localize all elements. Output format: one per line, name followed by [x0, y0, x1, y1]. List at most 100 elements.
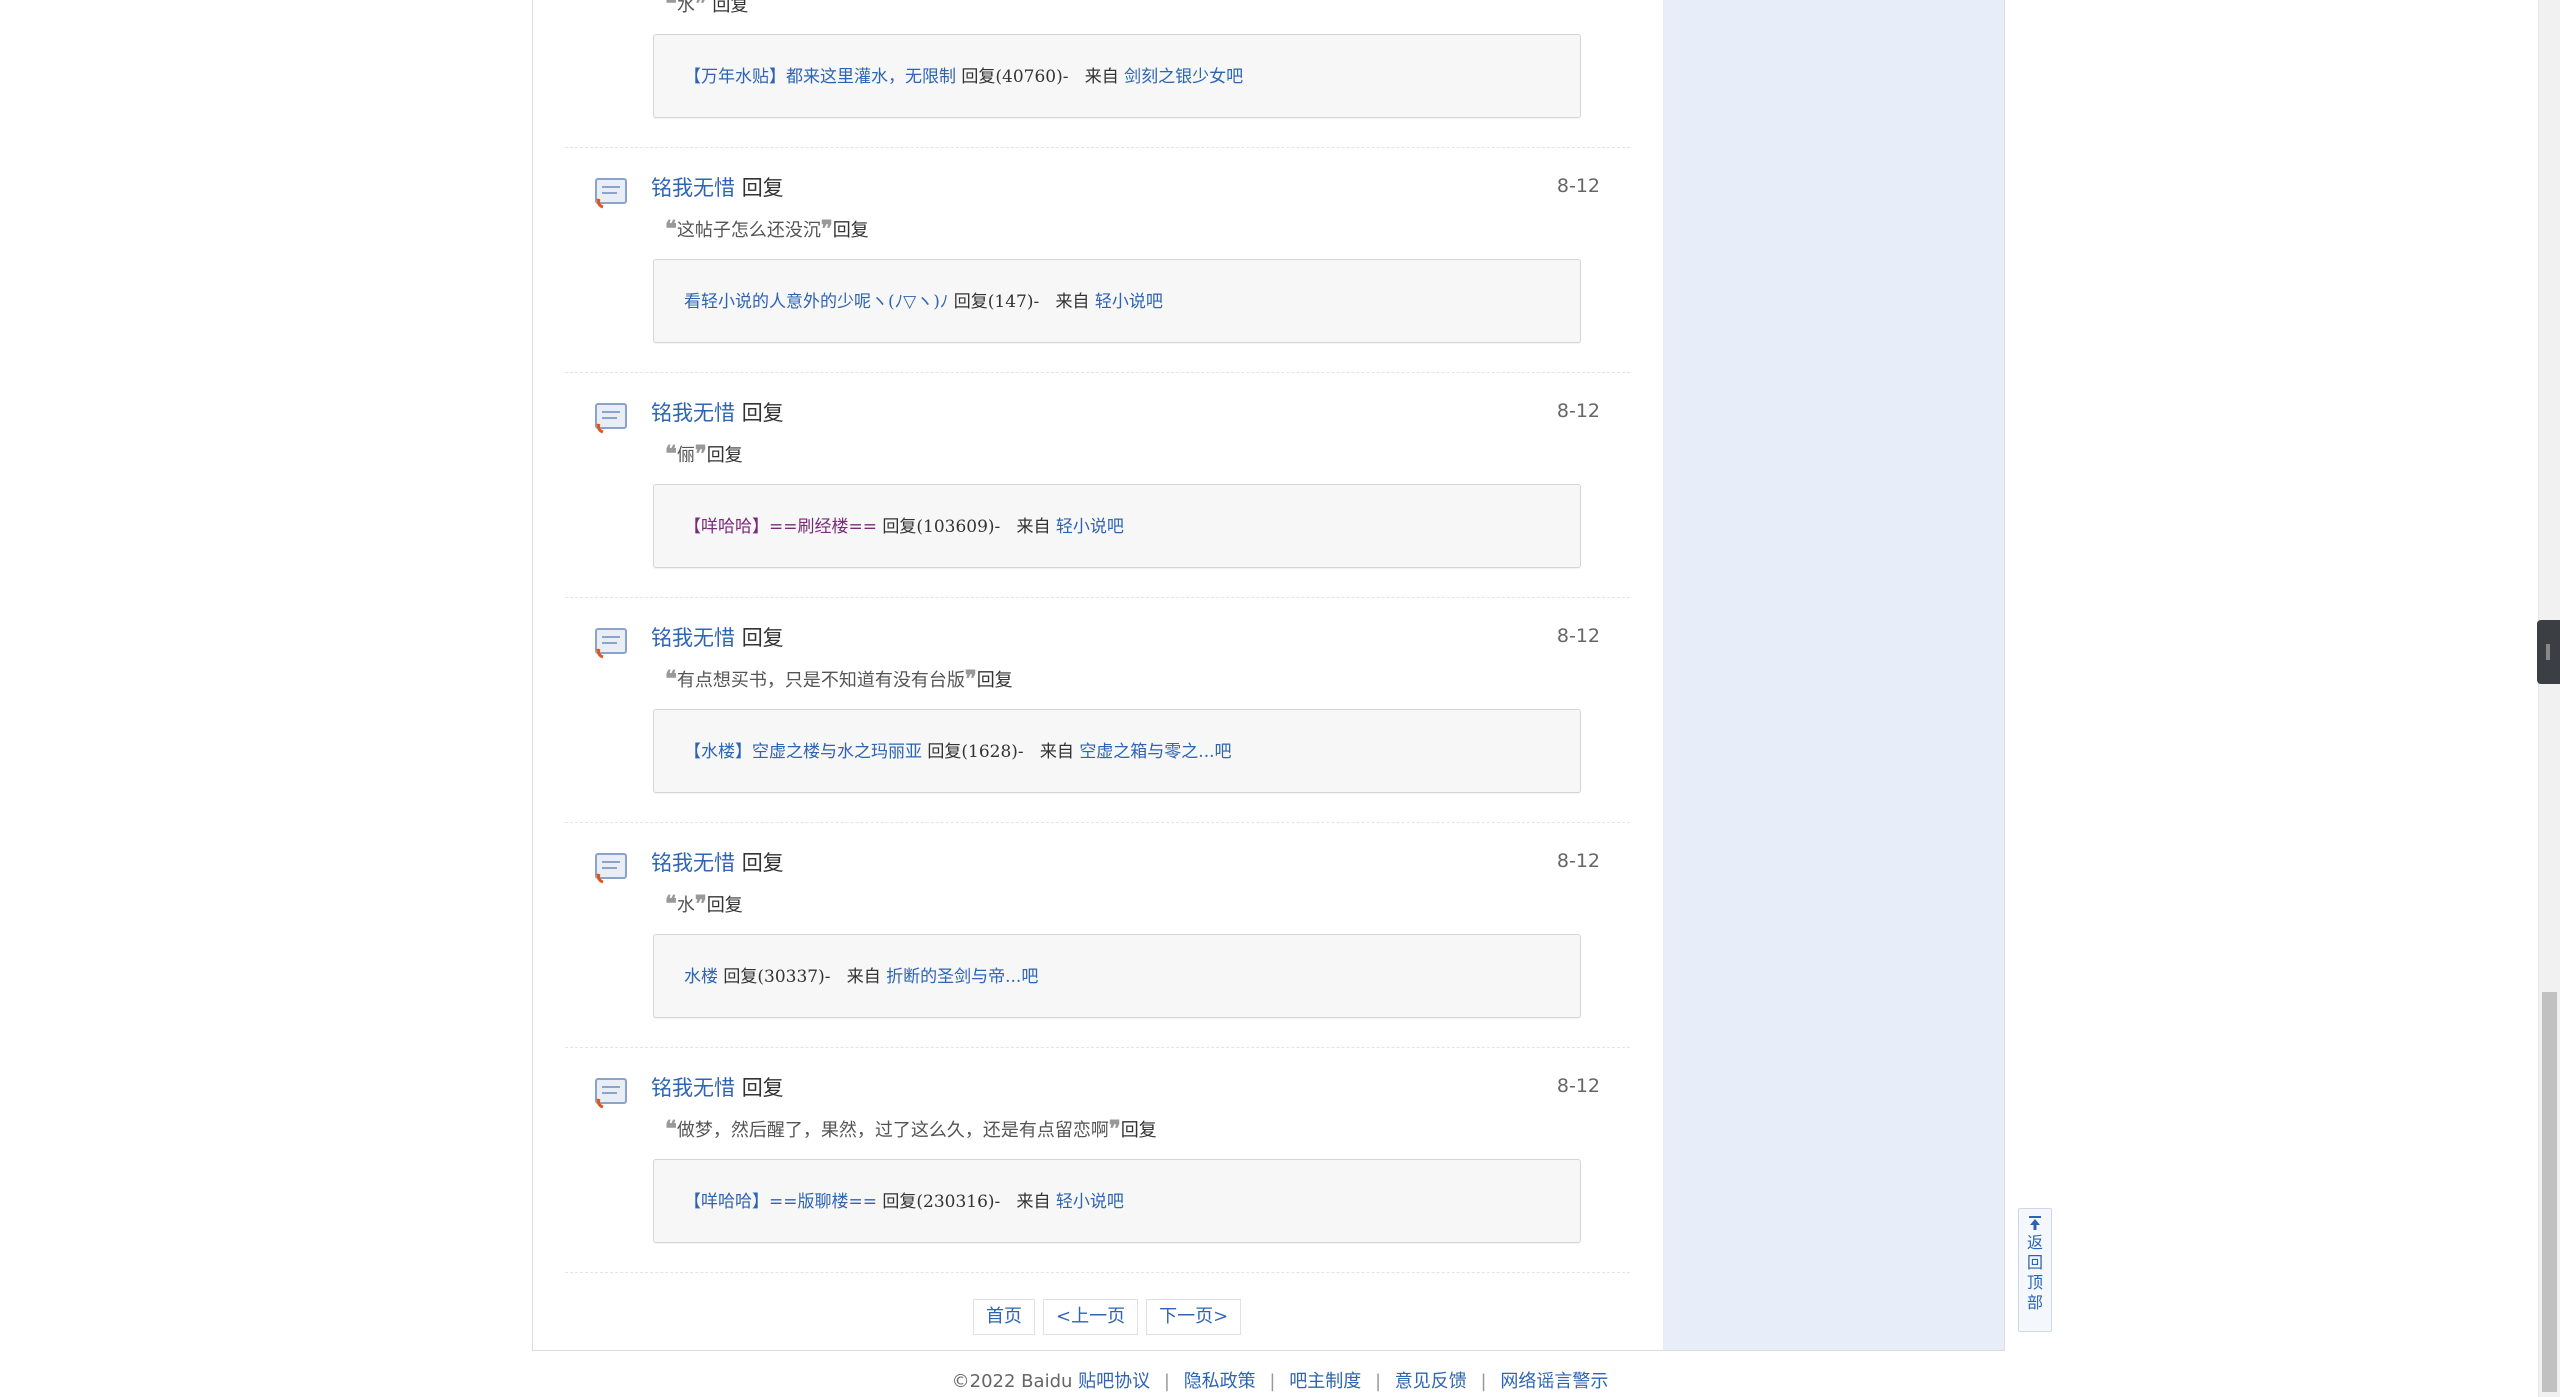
from-label: 来自: [846, 967, 881, 987]
reply-count: 回复(40760)-: [961, 67, 1069, 87]
forum-link[interactable]: 空虚之箱与零之...吧: [1079, 742, 1231, 762]
feed-item: ❝水❞ 回复 【万年水贴】都来这里灌水，无限制 回复(40760)- 来自 剑刻…: [565, 0, 1630, 148]
thread-title-link[interactable]: ==刷经楼==: [769, 517, 877, 537]
quote-row: ❝有点想买书，只是不知道有没有台版❞回复: [665, 665, 1013, 695]
first-page-button[interactable]: 首页: [973, 1299, 1035, 1335]
reply-count: 回复(103609)-: [882, 517, 1001, 537]
post-date: 8-12: [1556, 175, 1600, 197]
open-quote-icon: ❝: [665, 0, 677, 17]
reply-count: 回复(147)-: [953, 292, 1040, 312]
footer-link-rumor-warning[interactable]: 网络谣言警示: [1500, 1371, 1608, 1392]
scrollbar-thumb[interactable]: [2542, 992, 2557, 1392]
action-label: 回复: [741, 851, 784, 875]
back-to-top-label: 返回顶部: [2026, 1233, 2043, 1312]
thread-tag[interactable]: 【咩哈哈】: [684, 517, 769, 537]
thread-tag[interactable]: 【水楼】: [684, 742, 752, 762]
close-quote-icon: ❞: [1108, 1116, 1121, 1142]
prev-page-button[interactable]: <上一页: [1043, 1299, 1139, 1335]
reply-suffix: 回复: [976, 670, 1013, 691]
item-title-row: 铭我无惜 回复: [651, 398, 784, 428]
user-link[interactable]: 铭我无惜: [651, 626, 735, 650]
reply-suffix: 回复: [832, 220, 869, 241]
user-link[interactable]: 铭我无惜: [651, 176, 735, 200]
quote-text[interactable]: 水: [677, 0, 695, 16]
thread-title-link[interactable]: ==版聊楼==: [769, 1192, 877, 1212]
back-to-top-button[interactable]: 返回顶部: [2018, 1208, 2052, 1332]
quote-row: ❝俪❞回复: [665, 440, 743, 470]
close-quote-icon: ❞: [694, 891, 707, 917]
footer-separator: |: [1163, 1371, 1170, 1392]
forum-link[interactable]: 轻小说吧: [1056, 1192, 1124, 1212]
reply-suffix: 回复: [706, 445, 743, 466]
user-link[interactable]: 铭我无惜: [651, 1076, 735, 1100]
reply-icon: [595, 403, 627, 434]
reply-icon: [595, 178, 627, 209]
footer-link-privacy[interactable]: 隐私政策: [1184, 1371, 1256, 1392]
feed-item: 铭我无惜 回复 8-12 ❝这帖子怎么还没沉❞回复 看轻小说的人意外的少呢ヽ(ﾉ…: [565, 147, 1630, 373]
quote-text[interactable]: 水: [677, 895, 695, 916]
from-label: 来自: [1016, 1192, 1051, 1212]
footer-separator: |: [1480, 1371, 1487, 1392]
item-title-row: 铭我无惜 回复: [651, 173, 784, 203]
side-panel-tab[interactable]: [2537, 620, 2560, 684]
next-page-button[interactable]: 下一页>: [1146, 1299, 1242, 1335]
forum-link[interactable]: 剑刻之银少女吧: [1124, 67, 1243, 87]
pagination: 首页 <上一页 下一页>: [973, 1299, 1242, 1335]
thread-title-link[interactable]: 水楼: [684, 967, 718, 987]
post-date: 8-12: [1556, 1075, 1600, 1097]
quote-row: ❝水❞ 回复: [665, 0, 748, 20]
post-date: 8-12: [1556, 400, 1600, 422]
source-thread-box: 【万年水贴】都来这里灌水，无限制 回复(40760)- 来自 剑刻之银少女吧: [653, 34, 1581, 118]
forum-link[interactable]: 轻小说吧: [1056, 517, 1124, 537]
reply-count: 回复(230316)-: [882, 1192, 1001, 1212]
open-quote-icon: ❝: [665, 441, 677, 467]
grip-icon: [2546, 644, 2550, 660]
action-label: 回复: [741, 401, 784, 425]
open-quote-icon: ❝: [665, 216, 677, 242]
arrow-up-icon: [2029, 1216, 2041, 1230]
feed-item: 铭我无惜 回复 8-12 ❝做梦，然后醒了，果然，过了这么久，还是有点留恋啊❞ 回…: [565, 1047, 1630, 1273]
thread-tag[interactable]: 【咩哈哈】: [684, 1192, 769, 1212]
user-link[interactable]: 铭我无惜: [651, 401, 735, 425]
open-quote-icon: ❝: [665, 1116, 677, 1142]
thread-tag[interactable]: 【万年水贴】: [684, 67, 786, 87]
reply-count: 回复(30337)-: [723, 967, 831, 987]
reply-suffix: 回复: [706, 895, 743, 916]
quote-row: ❝这帖子怎么还没沉❞回复: [665, 215, 869, 245]
source-thread-box: 【咩哈哈】==刷经楼== 回复(103609)- 来自 轻小说吧: [653, 484, 1581, 568]
from-label: 来自: [1016, 517, 1051, 537]
quote-text[interactable]: 有点想买书，只是不知道有没有台版: [677, 670, 965, 691]
quote-text[interactable]: 俪: [677, 445, 695, 466]
vertical-scrollbar[interactable]: [2538, 0, 2560, 1397]
thread-title-link[interactable]: 看轻小说的人意外的少呢ヽ(ﾉ▽ヽ)ﾉ: [684, 292, 948, 312]
feed-item: 铭我无惜 回复 8-12 ❝有点想买书，只是不知道有没有台版❞回复 【水楼】空虚…: [565, 597, 1630, 823]
footer-link-agreement[interactable]: 贴吧协议: [1078, 1371, 1150, 1392]
thread-title-link[interactable]: 空虚之楼与水之玛丽亚: [752, 742, 922, 762]
forum-link[interactable]: 轻小说吧: [1095, 292, 1163, 312]
action-label: 回复: [741, 626, 784, 650]
source-thread-box: 水楼 回复(30337)- 来自 折断的圣剑与帝...吧: [653, 934, 1581, 1018]
open-quote-icon: ❝: [665, 891, 677, 917]
quote-text[interactable]: 这帖子怎么还没沉: [677, 220, 821, 241]
footer-link-feedback[interactable]: 意见反馈: [1395, 1371, 1467, 1392]
from-label: 来自: [1039, 742, 1074, 762]
thread-title-link[interactable]: 都来这里灌水，无限制: [786, 67, 956, 87]
user-link[interactable]: 铭我无惜: [651, 851, 735, 875]
forum-link[interactable]: 折断的圣剑与帝...吧: [886, 967, 1038, 987]
close-quote-icon: ❞: [694, 0, 707, 17]
post-date: 8-12: [1556, 625, 1600, 647]
source-thread-box: 【水楼】空虚之楼与水之玛丽亚 回复(1628)- 来自 空虚之箱与零之...吧: [653, 709, 1581, 793]
feed-item: 铭我无惜 回复 8-12 ❝俪❞回复 【咩哈哈】==刷经楼== 回复(10360…: [565, 372, 1630, 598]
footer-link-rules[interactable]: 吧主制度: [1289, 1371, 1361, 1392]
close-quote-icon: ❞: [820, 216, 833, 242]
source-thread-box: 【咩哈哈】==版聊楼== 回复(230316)- 来自 轻小说吧: [653, 1159, 1581, 1243]
source-thread-box: 看轻小说的人意外的少呢ヽ(ﾉ▽ヽ)ﾉ 回复(147)- 来自 轻小说吧: [653, 259, 1581, 343]
from-label: 来自: [1084, 67, 1119, 87]
item-title-row: 铭我无惜 回复: [651, 1073, 784, 1103]
item-title-row: 铭我无惜 回复: [651, 848, 784, 878]
quote-text[interactable]: 做梦，然后醒了，果然，过了这么久，还是有点留恋啊: [677, 1120, 1109, 1141]
open-quote-icon: ❝: [665, 666, 677, 692]
reply-suffix: 回复: [712, 0, 749, 16]
item-title-row: 铭我无惜 回复: [651, 623, 784, 653]
site-footer: ©2022 Baidu 贴吧协议 | 隐私政策 | 吧主制度 | 意见反馈 | …: [0, 1367, 2560, 1393]
